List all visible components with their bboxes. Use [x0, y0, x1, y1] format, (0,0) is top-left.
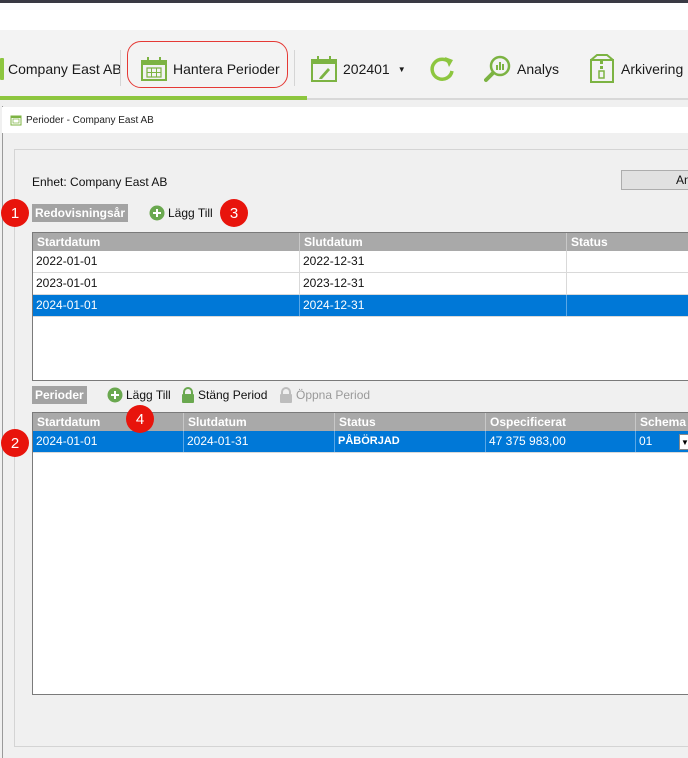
- open-period-button[interactable]: Öppna Period: [279, 386, 370, 404]
- column-header[interactable]: Status: [567, 233, 688, 251]
- analysis-button[interactable]: Analys: [484, 52, 559, 86]
- table-row-selected[interactable]: 2024-01-01 2024-01-31 PÅBÖRJAD 47 375 98…: [33, 431, 688, 453]
- ribbon-separator: [294, 50, 295, 86]
- add-period-label: Lägg Till: [126, 388, 171, 402]
- periods-section-label: Perioder: [32, 386, 87, 404]
- cell-start: 2023-01-01: [33, 273, 300, 294]
- fiscal-year-section-label: Redovisningsår: [32, 204, 129, 222]
- company-selector[interactable]: Company East AB: [0, 52, 122, 86]
- period-label: 202401: [343, 61, 390, 77]
- annotation-badge: 4: [126, 405, 154, 433]
- cell-status: [567, 273, 688, 294]
- column-header[interactable]: Status: [335, 413, 486, 431]
- calendar-edit-icon: [311, 56, 337, 82]
- window-calendar-icon: [10, 115, 22, 126]
- column-header[interactable]: Slutdatum: [300, 233, 567, 251]
- plus-circle-icon: [149, 205, 165, 221]
- lock-closed-icon: [182, 387, 194, 403]
- table-row-selected[interactable]: 2024-01-01 2024-12-31: [33, 295, 688, 317]
- column-header[interactable]: Startdatum: [33, 233, 300, 251]
- unit-label: Enhet: Company East AB: [32, 175, 168, 189]
- cell-end: 2024-01-31: [184, 431, 335, 452]
- periods-grid[interactable]: Startdatum Slutdatum Status Ospecificera…: [32, 412, 688, 695]
- grid-header: Startdatum Slutdatum Status: [33, 233, 688, 251]
- close-period-label: Stäng Period: [198, 388, 268, 402]
- refresh-button[interactable]: [428, 52, 461, 86]
- archive-button[interactable]: Arkivering: [588, 52, 683, 86]
- add-fiscal-year-label: Lägg Till: [168, 206, 213, 220]
- open-period-label: Öppna Period: [296, 388, 371, 402]
- window-titlebar[interactable]: Perioder - Company East AB: [2, 107, 688, 133]
- company-icon: [0, 58, 4, 80]
- cell-end: 2022-12-31: [300, 251, 567, 272]
- cell-end: 2023-12-31: [300, 273, 567, 294]
- cell-status: PÅBÖRJAD: [335, 431, 486, 452]
- refresh-icon: [430, 57, 454, 81]
- tab-underline: [307, 98, 688, 100]
- right-action-button[interactable]: An: [621, 170, 688, 190]
- cell-start: 2024-01-01: [33, 295, 300, 316]
- table-row[interactable]: 2023-01-01 2023-12-31: [33, 273, 688, 295]
- add-period-button[interactable]: Lägg Till: [107, 386, 171, 404]
- highlight-annotation: [127, 41, 288, 88]
- column-header[interactable]: Slutdatum: [184, 413, 335, 431]
- column-header[interactable]: Startdatum: [33, 413, 184, 431]
- cell-start: 2024-01-01: [33, 431, 184, 452]
- company-label: Company East AB: [8, 61, 122, 77]
- cell-unspecified: 47 375 983,00: [486, 431, 636, 452]
- period-selector[interactable]: 202401 ▼: [310, 52, 406, 86]
- column-header[interactable]: Ospecificerat: [486, 413, 636, 431]
- annotation-badge: 1: [1, 199, 29, 227]
- column-header[interactable]: Schema: [636, 413, 688, 431]
- annotation-badge: 3: [220, 199, 248, 227]
- cell-status: [567, 295, 688, 316]
- archive-label: Arkivering: [621, 61, 684, 77]
- analysis-label: Analys: [517, 61, 560, 77]
- table-row[interactable]: 2022-01-01 2022-12-31: [33, 251, 688, 273]
- analysis-magnifier-icon: [484, 55, 511, 82]
- window-title: Perioder - Company East AB: [26, 114, 154, 126]
- cell-start: 2022-01-01: [33, 251, 300, 272]
- add-fiscal-year-button[interactable]: Lägg Till: [149, 204, 213, 222]
- cell-status: [567, 251, 688, 272]
- ribbon-separator: [120, 50, 121, 86]
- annotation-badge: 2: [1, 429, 29, 457]
- active-tab-indicator: [0, 96, 307, 100]
- lock-open-icon: [280, 387, 292, 403]
- archive-zip-icon: [590, 54, 614, 83]
- close-period-button[interactable]: Stäng Period: [181, 386, 267, 404]
- cell-end: 2024-12-31: [300, 295, 567, 316]
- chevron-down-icon: ▼: [397, 64, 406, 74]
- fiscal-years-grid[interactable]: Startdatum Slutdatum Status 2022-01-01 2…: [32, 232, 688, 381]
- top-bar: [0, 3, 688, 30]
- schema-dropdown-arrow[interactable]: ▼: [679, 434, 688, 450]
- plus-circle-icon: [107, 387, 123, 403]
